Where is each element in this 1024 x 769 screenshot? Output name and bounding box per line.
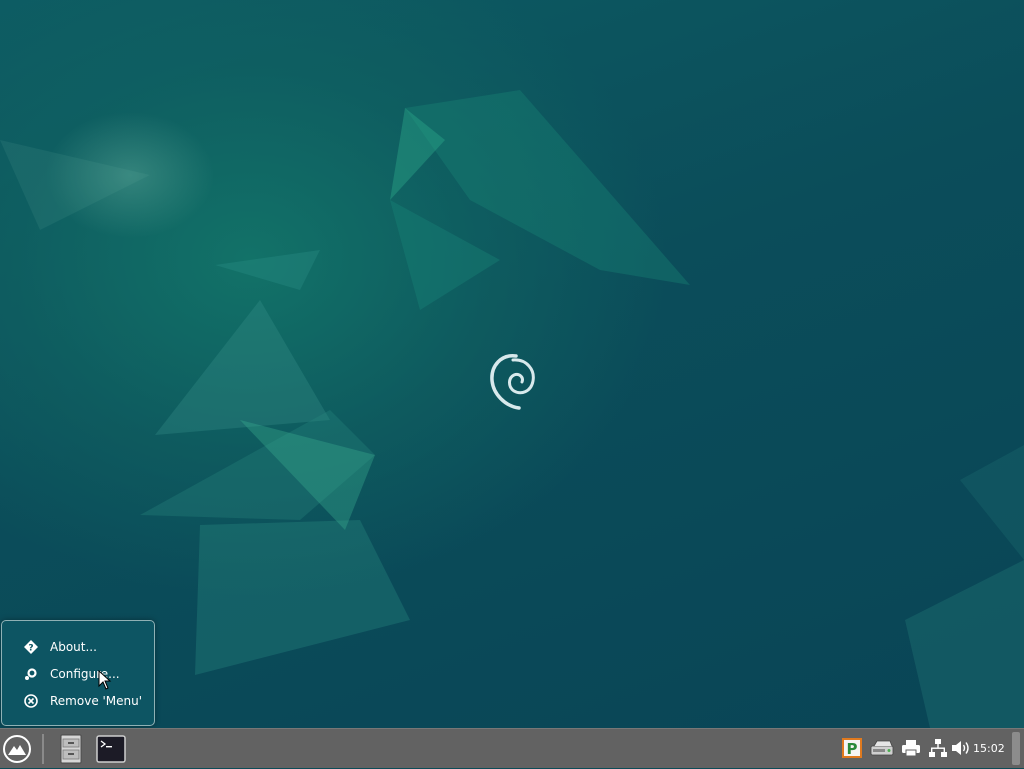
terminal-icon[interactable]: [96, 735, 126, 763]
svg-text:P: P: [847, 740, 858, 758]
remove-menu-item[interactable]: Remove 'Menu': [6, 689, 151, 713]
clock[interactable]: 15:02: [973, 741, 1007, 757]
network-icon[interactable]: [928, 738, 948, 758]
configure-menu-item[interactable]: Configure...: [6, 662, 151, 686]
volume-icon[interactable]: [951, 739, 971, 757]
gear-icon: [24, 667, 38, 681]
file-manager-icon[interactable]: [58, 733, 84, 765]
printer-icon[interactable]: [901, 739, 921, 757]
show-desktop-button[interactable]: [1012, 732, 1020, 765]
help-icon: ?: [24, 640, 38, 654]
removable-drive-icon[interactable]: [870, 739, 894, 757]
remove-label: Remove 'Menu': [50, 694, 143, 708]
package-updates-icon[interactable]: P: [841, 737, 863, 759]
whisker-menu-icon[interactable]: [2, 734, 32, 764]
desktop-background[interactable]: [0, 0, 1024, 728]
remove-icon: [24, 694, 38, 708]
svg-text:?: ?: [28, 644, 33, 654]
panel-context-menu: ? About... Configure... Remove 'Menu': [1, 620, 155, 726]
about-label: About...: [50, 640, 97, 654]
about-menu-item[interactable]: ? About...: [6, 635, 151, 659]
panel-separator: [42, 734, 44, 764]
taskbar: P 15:02: [0, 728, 1024, 768]
mouse-pointer-icon: [98, 670, 112, 690]
debian-swirl-icon: [490, 354, 535, 410]
